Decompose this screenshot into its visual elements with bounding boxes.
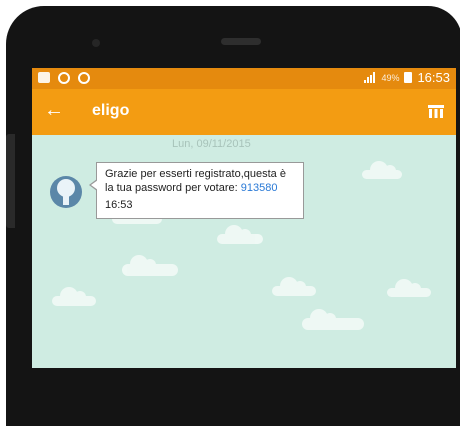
menu-icon[interactable] <box>428 104 444 118</box>
battery-icon <box>404 72 413 83</box>
screen: 49% 16:53 ← eligo Lun, 09/11/2015 Grazie… <box>32 68 456 368</box>
signal-icon <box>364 72 376 83</box>
message-time: 16:53 <box>105 198 133 211</box>
app-icon <box>78 72 90 84</box>
status-bar: 49% 16:53 <box>32 68 456 89</box>
status-time: 16:53 <box>417 70 450 85</box>
earpiece-speaker <box>221 38 261 45</box>
cloud-decoration <box>302 309 364 330</box>
cloud-decoration <box>52 287 96 306</box>
status-icons-left <box>38 72 90 84</box>
status-icons-right: 49% 16:53 <box>364 70 450 85</box>
arrow-left-icon[interactable]: ← <box>44 99 64 122</box>
cloud-decoration <box>362 161 402 179</box>
cloud-decoration <box>217 225 263 244</box>
front-camera <box>92 39 100 47</box>
cloud-decoration <box>272 277 316 296</box>
date-divider: Lun, 09/11/2015 <box>172 138 251 150</box>
phone-frame: 49% 16:53 ← eligo Lun, 09/11/2015 Grazie… <box>6 6 460 426</box>
side-button <box>6 134 15 228</box>
whatsapp-icon <box>58 72 70 84</box>
battery-percent: 49% <box>381 72 400 83</box>
message-bubble[interactable]: Grazie per esserti registrato,questa è l… <box>89 162 304 219</box>
cloud-decoration <box>387 279 431 297</box>
user-avatar-icon <box>57 179 75 205</box>
password-value[interactable]: 913580 <box>241 182 278 194</box>
avatar[interactable] <box>50 176 82 208</box>
chat-title: eligo <box>92 102 130 119</box>
cloud-decoration <box>122 255 178 276</box>
notification-icon <box>38 72 50 83</box>
app-toolbar: ← eligo <box>32 89 456 135</box>
